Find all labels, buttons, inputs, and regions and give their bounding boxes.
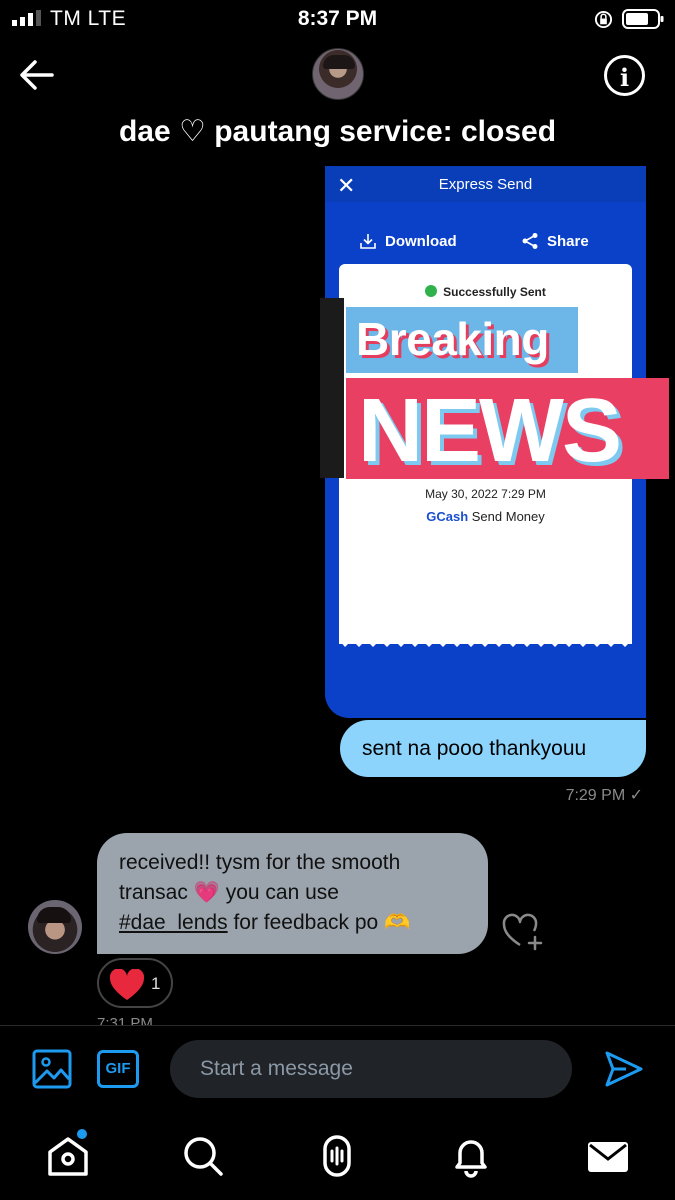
notifications-bell-icon[interactable] <box>449 1134 493 1178</box>
breaking-news-bar <box>320 298 344 478</box>
gif-label: GIF <box>105 1060 131 1077</box>
sent-message-bubble[interactable]: sent na pooo thankyouu <box>340 720 646 777</box>
heart-reaction-icon <box>109 969 145 1000</box>
receipt-date: May 30, 2022 7:29 PM <box>425 487 546 501</box>
battery-icon <box>622 9 664 29</box>
reaction-pill[interactable]: 1 <box>97 958 173 1008</box>
receipt-torn-edge <box>339 634 632 647</box>
back-arrow-icon[interactable] <box>18 58 56 92</box>
search-icon[interactable] <box>181 1134 225 1178</box>
check-icon <box>425 285 438 297</box>
received-message-bubble[interactable]: received!! tysm for the smooth transac 💗… <box>97 833 488 954</box>
received-line-2b: you can use <box>225 881 339 904</box>
share-label: Share <box>547 232 589 250</box>
status-time: 8:37 PM <box>297 7 378 30</box>
home-icon[interactable] <box>46 1134 90 1178</box>
heart-emoji: 💗 <box>193 881 220 904</box>
receipt-share: Share <box>521 232 589 250</box>
messages-envelope-icon[interactable] <box>586 1134 630 1178</box>
rotation-lock-icon <box>594 10 613 29</box>
message-input[interactable] <box>170 1040 572 1098</box>
receipt-app: GCash Send Money <box>339 509 632 524</box>
download-icon <box>360 234 376 249</box>
status-bar: TM LTE 8:37 PM <box>0 0 675 40</box>
received-message-text: received!! tysm for the smooth transac 💗… <box>119 848 479 938</box>
gif-button[interactable]: GIF <box>97 1050 139 1088</box>
spaces-icon[interactable] <box>315 1134 359 1178</box>
received-line-2a: transac <box>119 881 188 904</box>
success-text: Successfully Sent <box>443 285 546 299</box>
add-reaction-icon[interactable] <box>502 913 546 951</box>
receipt-topbar: ✕ Express Send <box>325 166 646 202</box>
receipt-title: Express Send <box>438 176 533 193</box>
info-glyph: i <box>619 63 630 92</box>
image-icon[interactable] <box>32 1049 72 1089</box>
sender-avatar[interactable] <box>28 900 82 954</box>
send-icon[interactable] <box>604 1049 644 1089</box>
sent-message-text: sent na pooo thankyouu <box>362 737 587 760</box>
gcash-brand: GCash <box>426 509 469 524</box>
received-line-3b: for feedback po <box>233 911 379 934</box>
share-icon <box>522 233 538 249</box>
breaking-news-main: NEWS <box>346 378 669 481</box>
breaking-text: Breaking <box>356 313 549 365</box>
notification-dot <box>77 1129 87 1139</box>
success-status: Successfully Sent <box>339 285 632 299</box>
heart-hands-emoji: 🫶 <box>384 911 411 934</box>
receipt-download: Download <box>359 232 457 250</box>
reaction-count: 1 <box>151 974 161 993</box>
receipt-action: Send Money <box>471 509 545 524</box>
received-line-1: received!! tysm for the smooth <box>119 851 401 874</box>
conversation-avatar[interactable] <box>312 48 364 100</box>
composer-divider <box>0 1025 675 1026</box>
conversation-title: dae ♡ pautang service: closed <box>118 115 557 148</box>
sent-message-time: 7:29 PM ✓ <box>565 787 643 804</box>
breaking-news-top: Breaking <box>346 307 578 373</box>
download-label: Download <box>385 232 457 250</box>
hashtag-link[interactable]: #dae_lends <box>119 911 228 934</box>
news-text: NEWS <box>358 381 622 481</box>
info-icon[interactable]: i <box>604 55 645 96</box>
